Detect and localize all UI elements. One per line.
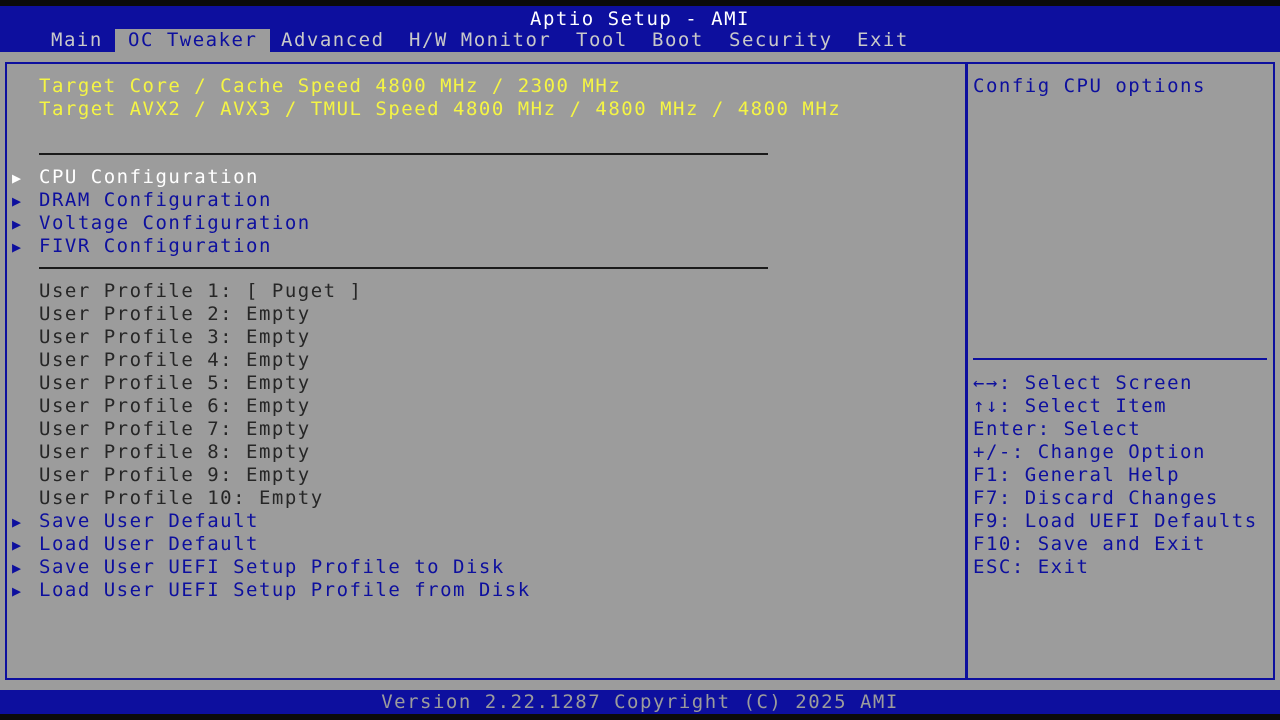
key-hint-general-help: F1: General Help <box>973 464 1181 486</box>
user-profile-4[interactable]: User Profile 4: Empty <box>39 349 311 372</box>
right-triangle-icon: ▶ <box>12 192 23 210</box>
help-panel <box>965 62 1275 680</box>
user-profile-9[interactable]: User Profile 9: Empty <box>39 464 311 487</box>
right-triangle-icon: ▶ <box>12 215 23 233</box>
right-triangle-icon: ▶ <box>12 238 23 256</box>
right-triangle-icon: ▶ <box>12 559 23 577</box>
user-profile-2[interactable]: User Profile 2: Empty <box>39 303 311 326</box>
right-triangle-icon: ▶ <box>12 536 23 554</box>
user-profile-7[interactable]: User Profile 7: Empty <box>39 418 311 441</box>
window-title: Aptio Setup - AMI <box>530 8 750 30</box>
user-profile-1[interactable]: User Profile 1: [ Puget ] <box>39 280 362 303</box>
footer-version: Version 2.22.1287 Copyright (C) 2025 AMI <box>0 690 1280 714</box>
save-user-default[interactable]: Save User Default <box>39 510 259 533</box>
user-profile-3[interactable]: User Profile 3: Empty <box>39 326 311 349</box>
user-profile-5[interactable]: User Profile 5: Empty <box>39 372 311 395</box>
tab-hw-monitor[interactable]: H/W Monitor <box>396 29 564 52</box>
divider-top <box>39 153 768 155</box>
tab-security[interactable]: Security <box>716 29 846 52</box>
load-profile-from-disk[interactable]: Load User UEFI Setup Profile from Disk <box>39 579 531 602</box>
menu-item-fivr-configuration[interactable]: FIVR Configuration <box>39 235 272 258</box>
key-hint-save-exit: F10: Save and Exit <box>973 533 1206 555</box>
target-avx-speed: Target AVX2 / AVX3 / TMUL Speed 4800 MHz… <box>39 98 842 120</box>
user-profile-6[interactable]: User Profile 6: Empty <box>39 395 311 418</box>
top-bar: Aptio Setup - AMI Main OC Tweaker Advanc… <box>0 6 1280 52</box>
right-triangle-icon: ▶ <box>12 169 23 187</box>
key-hint-change-option: +/-: Change Option <box>973 441 1206 463</box>
tab-exit[interactable]: Exit <box>844 29 922 52</box>
main-area: Target Core / Cache Speed 4800 MHz / 230… <box>0 52 1280 690</box>
tab-tool[interactable]: Tool <box>563 29 641 52</box>
key-hint-enter: Enter: Select <box>973 418 1142 440</box>
right-triangle-icon: ▶ <box>12 582 23 600</box>
key-hint-exit: ESC: Exit <box>973 556 1090 578</box>
user-profile-10[interactable]: User Profile 10: Empty <box>39 487 324 510</box>
target-core-speed: Target Core / Cache Speed 4800 MHz / 230… <box>39 75 622 97</box>
key-hint-select-screen: ←→: Select Screen <box>973 372 1193 394</box>
key-hint-select-item: ↑↓: Select Item <box>973 395 1168 417</box>
menu-item-cpu-configuration[interactable]: CPU Configuration <box>39 166 259 189</box>
key-hint-discard-changes: F7: Discard Changes <box>973 487 1219 509</box>
key-hint-load-defaults: F9: Load UEFI Defaults <box>973 510 1258 532</box>
user-profile-8[interactable]: User Profile 8: Empty <box>39 441 311 464</box>
load-user-default[interactable]: Load User Default <box>39 533 259 556</box>
menu-item-dram-configuration[interactable]: DRAM Configuration <box>39 189 272 212</box>
tab-oc-tweaker[interactable]: OC Tweaker <box>115 29 271 52</box>
tab-main[interactable]: Main <box>38 29 116 52</box>
help-description: Config CPU options <box>973 75 1206 97</box>
tab-advanced[interactable]: Advanced <box>268 29 398 52</box>
divider-middle <box>39 267 768 269</box>
menu-item-voltage-configuration[interactable]: Voltage Configuration <box>39 212 311 235</box>
help-divider <box>973 358 1267 360</box>
save-profile-to-disk[interactable]: Save User UEFI Setup Profile to Disk <box>39 556 505 579</box>
right-triangle-icon: ▶ <box>12 513 23 531</box>
tab-boot[interactable]: Boot <box>639 29 717 52</box>
